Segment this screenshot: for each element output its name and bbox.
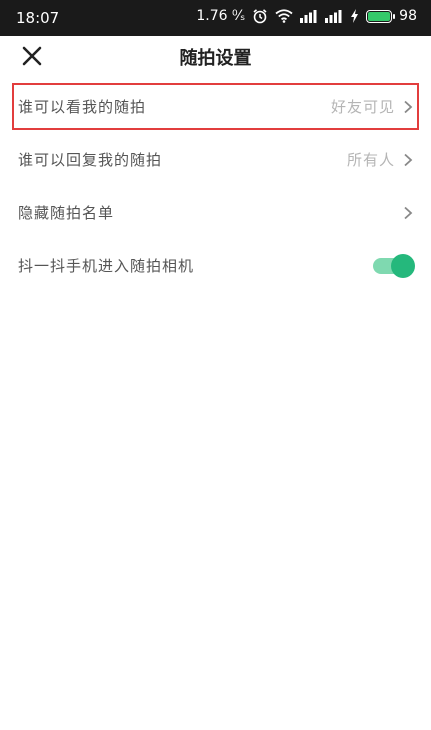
battery-level: 98 — [399, 8, 417, 24]
setting-value: 所有人 — [346, 151, 395, 169]
page-title: 随拍设置 — [179, 48, 252, 69]
setting-label: 隐藏随拍名单 — [18, 204, 115, 222]
setting-label: 谁可以看我的随拍 — [18, 98, 147, 116]
toggle-knob — [391, 253, 415, 278]
setting-label: 抖一抖手机进入随拍相机 — [18, 257, 195, 275]
wifi-icon — [275, 9, 293, 23]
signal-icon-1 — [300, 9, 318, 23]
status-time: 18:07 — [16, 9, 60, 27]
setting-who-can-view[interactable]: 谁可以看我的随拍 好友可见 — [0, 80, 431, 133]
battery-icon — [366, 9, 396, 23]
setting-shake-camera: 抖一抖手机进入随拍相机 — [0, 239, 431, 292]
status-bar: 18:07 1.76 ⁰⁄ₛ 98 — [0, 0, 431, 36]
network-speed: 1.76 ⁰⁄ₛ — [196, 8, 246, 24]
status-indicators: 1.76 ⁰⁄ₛ 98 — [196, 8, 417, 24]
shake-camera-toggle[interactable] — [373, 253, 415, 278]
alarm-icon — [252, 8, 268, 24]
chevron-right-icon — [404, 153, 413, 166]
setting-value: 好友可见 — [330, 98, 395, 116]
chevron-right-icon — [404, 100, 413, 113]
setting-label: 谁可以回复我的随拍 — [18, 151, 163, 169]
setting-who-can-reply[interactable]: 谁可以回复我的随拍 所有人 — [0, 133, 431, 186]
nav-bar: 随拍设置 — [0, 36, 431, 76]
chevron-right-icon — [404, 206, 413, 219]
signal-icon-2 — [325, 9, 343, 23]
setting-hide-list[interactable]: 隐藏随拍名单 — [0, 186, 431, 239]
settings-list: 谁可以看我的随拍 好友可见 谁可以回复我的随拍 所有人 隐藏随拍名单 抖一抖手机… — [0, 80, 431, 292]
charging-icon — [350, 9, 359, 23]
